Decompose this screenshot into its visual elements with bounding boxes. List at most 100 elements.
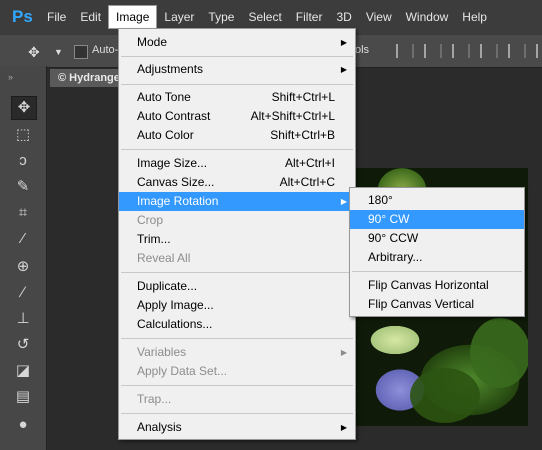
menu-item-label: Analysis	[137, 420, 182, 434]
move-tool-icon[interactable]: ✥	[28, 44, 44, 60]
marquee-tool-icon[interactable]: ⬚	[11, 124, 35, 146]
menu-edit[interactable]: Edit	[73, 6, 108, 28]
image-rotation-submenu: 180° 90° CW 90° CCW Arbitrary... Flip Ca…	[349, 187, 525, 317]
menu-item-label: Apply Data Set...	[137, 364, 228, 378]
menu-separator	[352, 271, 522, 272]
menu-item-rotate-90-ccw[interactable]: 90° CCW	[350, 229, 524, 248]
menu-item-reveal-all: Reveal All	[119, 249, 355, 268]
eraser-tool-icon[interactable]: ◪	[11, 360, 35, 382]
panel-collapse-icon[interactable]: »	[8, 72, 13, 82]
menu-item-label: Arbitrary...	[368, 250, 423, 264]
menu-item-label: Image Size...	[137, 156, 208, 170]
menu-view[interactable]: View	[359, 6, 399, 28]
align-right-icon[interactable]	[452, 44, 470, 58]
lasso-tool-icon[interactable]: ↄ	[11, 150, 35, 172]
menu-item-label: 180°	[368, 193, 393, 207]
align-center-icon[interactable]	[424, 44, 442, 58]
menu-filter[interactable]: Filter	[289, 6, 330, 28]
menu-item-flip-vertical[interactable]: Flip Canvas Vertical	[350, 295, 524, 314]
menu-file[interactable]: File	[40, 6, 73, 28]
menu-item-label: Trap...	[137, 392, 172, 406]
photoshop-logo: Ps	[12, 7, 33, 26]
menu-layer[interactable]: Layer	[157, 6, 201, 28]
menu-item-label: Duplicate...	[137, 279, 198, 293]
menu-item-label: Reveal All	[137, 251, 191, 265]
menu-item-shortcut: Alt+Shift+Ctrl+L	[250, 109, 335, 123]
menu-item-label: Image Rotation	[137, 194, 219, 208]
submenu-arrow-icon: ▶	[340, 65, 347, 74]
document-tab[interactable]: © Hydrange	[50, 69, 128, 87]
menu-3d[interactable]: 3D	[329, 6, 358, 28]
gradient-tool-icon[interactable]: ▤	[11, 386, 35, 408]
menu-item-variables: Variables ▶	[119, 343, 355, 362]
menu-item-label: Apply Image...	[137, 298, 214, 312]
menu-item-auto-tone[interactable]: Auto Tone Shift+Ctrl+L	[119, 88, 355, 107]
brush-tool-icon[interactable]: ∕	[11, 282, 35, 304]
menu-item-label: Flip Canvas Horizontal	[368, 278, 489, 292]
chevron-down-icon[interactable]: ▼	[54, 47, 63, 57]
align-left-icon[interactable]	[396, 44, 414, 58]
quick-selection-tool-icon[interactable]: ✎	[11, 176, 35, 198]
menu-separator	[121, 272, 353, 273]
menu-item-label: Auto Contrast	[137, 109, 211, 123]
menu-item-label: Trim...	[137, 232, 171, 246]
menu-separator	[121, 413, 353, 414]
menu-item-apply-image[interactable]: Apply Image...	[119, 296, 355, 315]
menu-item-analysis[interactable]: Analysis ▶	[119, 418, 355, 437]
leaf-shape	[470, 318, 528, 388]
menu-item-label: Flip Canvas Vertical	[368, 297, 475, 311]
menu-item-label: Auto Tone	[137, 90, 191, 104]
align-bottom-icon[interactable]	[536, 44, 542, 58]
submenu-arrow-icon: ▶	[340, 38, 347, 47]
menu-separator	[121, 149, 353, 150]
healing-brush-tool-icon[interactable]: ⊕	[11, 256, 35, 278]
align-top-icon[interactable]	[480, 44, 498, 58]
menu-item-mode[interactable]: Mode ▶	[119, 33, 355, 52]
menu-item-trap: Trap...	[119, 390, 355, 409]
transform-controls-label: ols	[355, 44, 370, 56]
menu-item-duplicate[interactable]: Duplicate...	[119, 277, 355, 296]
menu-item-label: Crop	[137, 213, 164, 227]
menu-item-rotate-180[interactable]: 180°	[350, 191, 524, 210]
menu-item-label: Mode	[137, 35, 168, 49]
leaf-shape	[410, 368, 480, 423]
menu-item-image-rotation[interactable]: Image Rotation ▶	[119, 192, 355, 211]
menu-item-shortcut: Alt+Ctrl+C	[279, 175, 335, 189]
submenu-arrow-icon: ▶	[340, 423, 347, 432]
menu-help[interactable]: Help	[455, 6, 494, 28]
menu-item-calculations[interactable]: Calculations...	[119, 315, 355, 334]
menu-window[interactable]: Window	[399, 6, 456, 28]
clone-stamp-tool-icon[interactable]: ⊥	[11, 308, 35, 330]
menu-item-arbitrary[interactable]: Arbitrary...	[350, 248, 524, 267]
menu-select[interactable]: Select	[241, 6, 288, 28]
menu-image[interactable]: Image	[108, 5, 158, 29]
menu-item-rotate-90-cw[interactable]: 90° CW	[350, 210, 524, 229]
crop-tool-icon[interactable]: ⌗	[11, 202, 35, 224]
toolbox: » ✥ ⬚ ↄ ✎ ⌗ ⁄ ⊕ ∕ ⊥ ↺ ◪ ▤ ●	[0, 66, 47, 450]
menu-item-shortcut: Alt+Ctrl+I	[284, 156, 335, 170]
blur-tool-icon[interactable]: ●	[11, 414, 35, 436]
submenu-arrow-icon: ▶	[340, 197, 347, 206]
menu-item-label: Canvas Size...	[137, 175, 215, 189]
menu-item-trim[interactable]: Trim...	[119, 230, 355, 249]
menu-item-label: Calculations...	[137, 317, 213, 331]
auto-select-checkbox[interactable]	[74, 45, 88, 59]
menu-item-shortcut: Shift+Ctrl+L	[271, 90, 335, 104]
menu-item-image-size[interactable]: Image Size... Alt+Ctrl+I	[119, 154, 355, 173]
menu-item-auto-contrast[interactable]: Auto Contrast Alt+Shift+Ctrl+L	[119, 107, 355, 126]
auto-select-label: Auto-	[92, 44, 119, 56]
align-middle-icon[interactable]	[508, 44, 526, 58]
menu-item-flip-horizontal[interactable]: Flip Canvas Horizontal	[350, 276, 524, 295]
menu-item-adjustments[interactable]: Adjustments ▶	[119, 60, 355, 79]
menu-separator	[121, 385, 353, 386]
submenu-arrow-icon: ▶	[340, 348, 347, 357]
menu-item-label: Variables	[137, 345, 187, 359]
menu-item-canvas-size[interactable]: Canvas Size... Alt+Ctrl+C	[119, 173, 355, 192]
move-tool-icon[interactable]: ✥	[11, 96, 37, 120]
menu-type[interactable]: Type	[201, 6, 241, 28]
menu-item-auto-color[interactable]: Auto Color Shift+Ctrl+B	[119, 126, 355, 145]
menu-item-label: Adjustments	[137, 62, 204, 76]
menu-item-label: 90° CW	[368, 212, 410, 226]
history-brush-tool-icon[interactable]: ↺	[11, 334, 35, 356]
eyedropper-tool-icon[interactable]: ⁄	[11, 228, 35, 250]
